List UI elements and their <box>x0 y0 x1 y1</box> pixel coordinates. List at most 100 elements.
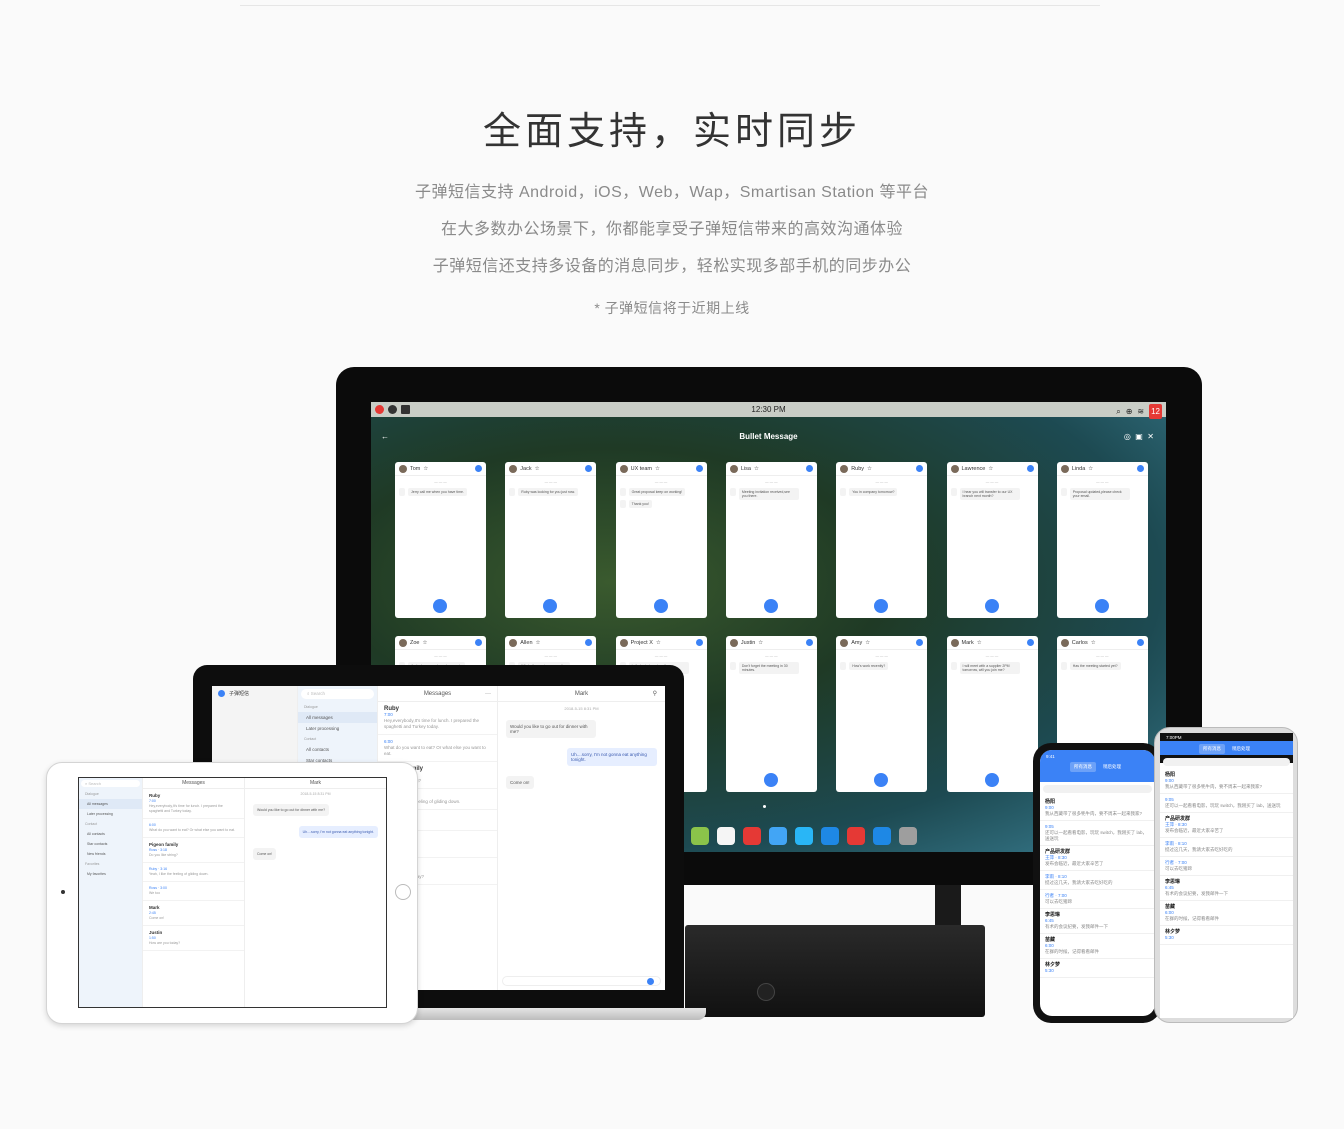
message-bubble: Jerry call me when you have time. <box>395 488 486 496</box>
window-controls[interactable]: ◎ ▣ ✕ <box>1124 427 1154 447</box>
conversation-item[interactable]: 林夕梦 5:30 <box>1160 926 1293 945</box>
conversation-card[interactable]: Lawrence ☆ — — — I hear you will transfer t… <box>946 462 1038 618</box>
dock-app-icon[interactable] <box>691 827 709 845</box>
nav-item-new-friends[interactable]: New friends <box>79 849 142 859</box>
message-item[interactable]: Ruby 7:00 Hey,everybody,It's time for lunc… <box>378 702 497 735</box>
conversation-item[interactable]: 行者 · 7:00 可以去吃猪蹄 <box>1160 857 1293 876</box>
dock-app-icon[interactable] <box>873 827 891 845</box>
conversation-item[interactable]: 9:05 还可以一起看看电影，玩玩 switch，我刚买了 lab，送送玩 <box>1160 794 1293 813</box>
tab-all-messages[interactable]: 所有消息 <box>1070 762 1096 772</box>
dock-app-icon[interactable] <box>847 827 865 845</box>
search-input[interactable] <box>1043 785 1152 793</box>
star-icon[interactable]: ☆ <box>867 466 872 472</box>
star-icon[interactable]: ☆ <box>655 466 660 472</box>
star-icon[interactable]: ☆ <box>422 640 427 646</box>
message-item[interactable]: Justin1:50How are you today? <box>143 926 244 951</box>
conversation-card[interactable]: Justin ☆ — — — Don't forget the meeting in … <box>725 636 817 792</box>
nav-section: Contact <box>304 737 317 741</box>
nav-item-my-favorites[interactable]: My favorites <box>79 869 142 879</box>
more-button[interactable]: ··· <box>485 686 491 702</box>
message-item[interactable]: Ruby · 3:16Yeah, I like the feeling of g… <box>143 863 244 882</box>
star-icon[interactable]: ☆ <box>754 466 759 472</box>
mic-button[interactable] <box>984 599 999 613</box>
mic-button[interactable] <box>433 599 447 613</box>
search-input[interactable] <box>1163 758 1290 766</box>
nav-item-all-contacts[interactable]: All contacts <box>298 744 377 755</box>
mic-button[interactable] <box>647 978 654 985</box>
nav-item-later-processing[interactable]: Later processing <box>79 809 142 819</box>
mic-button[interactable] <box>1094 599 1109 613</box>
mic-button[interactable] <box>874 773 889 787</box>
message-item[interactable]: Mark2:45Come on! <box>143 901 244 926</box>
mic-button[interactable] <box>653 599 668 613</box>
star-icon[interactable]: ☆ <box>536 640 541 646</box>
notification-count[interactable]: 12 <box>1149 404 1162 419</box>
message-item[interactable]: Ross · 3:00We too <box>143 882 244 901</box>
star-icon[interactable]: ☆ <box>656 640 661 646</box>
message-item[interactable]: 6:00 What do you want to eat? Or what els… <box>143 819 244 838</box>
tab-all-messages[interactable]: 所有消息 <box>1199 744 1225 754</box>
nav-section: Contact <box>85 822 98 826</box>
star-icon[interactable]: ☆ <box>865 640 870 646</box>
conversation-item[interactable]: 苗藏 6:00 在群的时候，记得看看邮件 <box>1040 934 1155 959</box>
star-icon[interactable]: ☆ <box>1091 640 1096 646</box>
chat-title: Mark <box>574 691 589 697</box>
nav-item-all-messages[interactable]: All messages <box>298 712 377 723</box>
conversation-item[interactable]: 李雨 · 8:10 挺过这几天，我请大家去吃好吃的 <box>1160 838 1293 857</box>
star-icon[interactable]: ☆ <box>988 466 993 472</box>
conversation-item[interactable]: 9:05 还可以一起看看电影，玩玩 switch，我刚买了 lab，送送玩 <box>1040 821 1155 846</box>
mic-button[interactable] <box>543 599 558 613</box>
search-input[interactable]: ⌕ Search <box>81 780 140 787</box>
conversation-item[interactable]: 行者 · 7:00 可以去吃猪蹄 <box>1040 890 1155 909</box>
nav-item-star-contacts[interactable]: Star contacts <box>79 839 142 849</box>
conversation-item[interactable]: 杨阳 9:00 我从西藏带了很多牦牛肉，要不周末一起来我家? <box>1160 769 1293 794</box>
dock-app-icon[interactable] <box>769 827 787 845</box>
conversation-item[interactable]: 苗藏 6:00 在群的时候，记得看看邮件 <box>1160 901 1293 926</box>
conversation-item[interactable]: 产品研发群 王萍 · 8:30 发布会临近，最近大家辛苦了 <box>1160 813 1293 838</box>
conversation-item[interactable]: 李思琳 6:45 有术的会议纪要，发我邮件一下 <box>1040 909 1155 934</box>
dock-app-icon[interactable] <box>743 827 761 845</box>
search-icon[interactable]: ⌕ <box>1116 404 1120 419</box>
message-item[interactable]: 6:00 What do you want to eat? Or what els… <box>378 735 497 762</box>
nav-item-later-processing[interactable]: Later processing <box>298 723 377 734</box>
mic-button[interactable] <box>984 773 999 787</box>
conversation-item[interactable]: 林夕梦 5:30 <box>1040 959 1155 978</box>
home-button[interactable] <box>395 884 411 900</box>
back-icon[interactable]: ← <box>381 427 389 447</box>
zoom-icon[interactable]: ⊕ <box>1126 404 1133 419</box>
star-icon[interactable]: ☆ <box>977 640 982 646</box>
conversation-card[interactable]: Mark ☆ — — — I will meet with a supplier 2P… <box>946 636 1038 792</box>
conversation-card[interactable]: Tom ☆ — — — Jerry call me when you have tim… <box>395 462 486 618</box>
conversation-item[interactable]: 李思琳 6:45 有术的会议纪要，发我邮件一下 <box>1160 876 1293 901</box>
message-item[interactable]: Pigeon familyRoss · 3:18Do you like stri… <box>143 838 244 863</box>
star-icon[interactable]: ☆ <box>535 466 540 472</box>
conversation-card[interactable]: UX team ☆ — — — Great proposal keep on work… <box>615 462 707 618</box>
conversation-item[interactable]: 杨阳 9:00 我从西藏带了很多牦牛肉，要不周末一起来我家? <box>1040 796 1155 821</box>
conversation-card[interactable]: Amy ☆ — — — How's work recently? <box>836 636 928 792</box>
star-icon[interactable]: ☆ <box>1088 466 1093 472</box>
nav-item-all-messages[interactable]: All messages <box>79 799 142 809</box>
search-input[interactable]: ⌕ Search <box>301 689 374 699</box>
tab-later[interactable]: 稍后处理 <box>1099 762 1125 772</box>
dock-app-icon[interactable] <box>821 827 839 845</box>
mic-button[interactable] <box>763 599 778 613</box>
conversation-card[interactable]: Ruby ☆ — — — You in company tomorrow? <box>836 462 928 618</box>
nav-item-all-contacts[interactable]: All contacts <box>79 829 142 839</box>
dock-app-icon[interactable] <box>717 827 735 845</box>
conversation-card[interactable]: Lisa ☆ — — — Meeting invitation received,se… <box>725 462 817 618</box>
profile-icon[interactable]: ⚲ <box>653 686 657 702</box>
conversation-card[interactable]: Linda ☆ — — — Proposal updated,please check… <box>1056 462 1148 618</box>
star-icon[interactable]: ☆ <box>758 640 763 646</box>
tab-later[interactable]: 稍后处理 <box>1228 744 1254 754</box>
conversation-item[interactable]: 产品研发群 王萍 · 8:30 发布会临近，最近大家辛苦了 <box>1040 846 1155 871</box>
dock-app-icon[interactable] <box>899 827 917 845</box>
star-icon[interactable]: ☆ <box>423 466 428 472</box>
mic-button[interactable] <box>874 599 889 613</box>
conversation-item[interactable]: 李雨 · 8:10 挺过这几天，我请大家去吃好吃的 <box>1040 871 1155 890</box>
message-input[interactable] <box>502 976 661 986</box>
conversation-card[interactable]: Jack ☆ — — — Ruby was looking for you just … <box>505 462 597 618</box>
message-item[interactable]: Ruby 7:00 Hey,everybody,It's time for lunc… <box>143 789 244 819</box>
page-indicator[interactable] <box>763 805 766 808</box>
dock-app-icon[interactable] <box>795 827 813 845</box>
mic-button[interactable] <box>763 773 778 787</box>
